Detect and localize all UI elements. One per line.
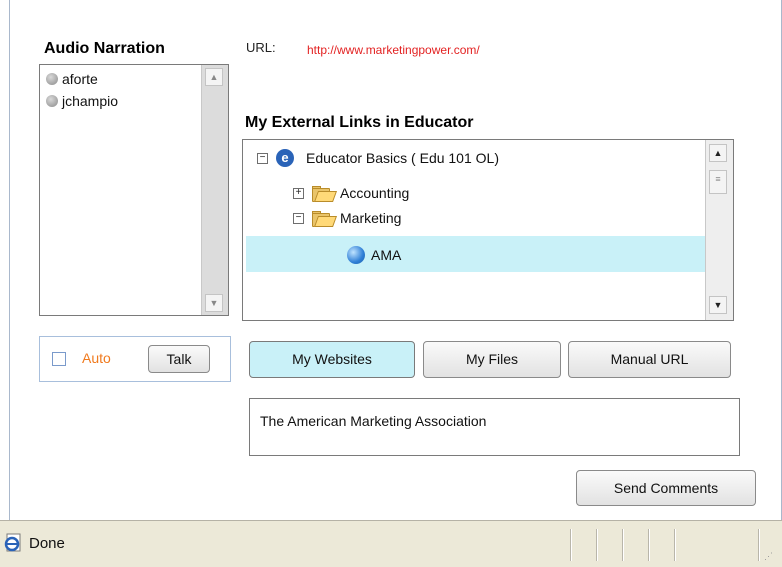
user-name: jchampio (62, 93, 119, 109)
external-links-heading: My External Links in Educator (245, 114, 474, 131)
status-divider (674, 529, 676, 561)
tree-node-marketing[interactable]: − Marketing (293, 210, 402, 227)
tree-node-label: Marketing (340, 210, 402, 226)
tree-node-educator-basics[interactable]: − e Educator Basics ( Edu 101 OL) (257, 149, 499, 167)
status-divider (758, 529, 760, 561)
external-links-tree[interactable]: − e Educator Basics ( Edu 101 OL) + Acco… (242, 139, 734, 321)
user-status-icon (46, 95, 58, 107)
status-divider (622, 529, 624, 561)
scroll-up-arrow-icon[interactable]: ▲ (709, 144, 727, 162)
ie-page-icon (4, 533, 24, 553)
scroll-thumb[interactable]: ≡ (709, 170, 727, 194)
user-name: aforte (62, 71, 98, 87)
status-bar: Done ⋰ (0, 520, 782, 567)
tree-node-accounting[interactable]: + Accounting (293, 185, 410, 202)
status-divider (596, 529, 598, 561)
scroll-up-arrow-icon[interactable]: ▲ (205, 68, 223, 86)
list-item[interactable]: jchampio (46, 93, 118, 109)
audio-narration-heading: Audio Narration (44, 40, 165, 57)
educator-icon: e (276, 149, 294, 167)
url-link[interactable]: http://www.marketingpower.com/ (307, 43, 480, 57)
scroll-down-arrow-icon[interactable]: ▼ (205, 294, 223, 312)
auto-talk-panel: Auto Talk (39, 336, 231, 382)
tree-node-label: AMA (371, 247, 402, 263)
globe-icon (347, 246, 365, 264)
talk-button[interactable]: Talk (148, 345, 210, 373)
tree-node-ama[interactable]: AMA (347, 246, 401, 264)
expand-icon[interactable]: + (293, 187, 304, 199)
collapse-icon[interactable]: − (293, 212, 304, 224)
url-label: URL: (246, 40, 276, 55)
tab-my-files[interactable]: My Files (423, 341, 561, 378)
status-divider (570, 529, 572, 561)
audio-list-scrollbar[interactable]: ▲ ▼ (201, 65, 228, 315)
send-comments-button[interactable]: Send Comments (576, 470, 756, 506)
tab-my-websites[interactable]: My Websites (249, 341, 415, 378)
tree-node-label: Accounting (340, 185, 410, 201)
status-divider (648, 529, 650, 561)
tree-node-label: Educator Basics ( Edu 101 OL) (306, 150, 499, 166)
auto-label: Auto (82, 350, 111, 366)
collapse-icon[interactable]: − (257, 152, 268, 164)
audio-user-list[interactable]: aforte jchampio ▲ ▼ (39, 64, 229, 316)
tree-node-ama-selected[interactable] (246, 236, 706, 272)
user-status-icon (46, 73, 58, 85)
scroll-down-arrow-icon[interactable]: ▼ (709, 296, 727, 314)
resize-grip-icon[interactable]: ⋰ (764, 551, 773, 562)
comment-textarea[interactable]: The American Marketing Association (249, 398, 740, 456)
tree-scrollbar[interactable]: ▲ ≡ ▼ (705, 140, 733, 320)
tab-manual-url[interactable]: Manual URL (568, 341, 731, 378)
auto-checkbox[interactable] (52, 352, 66, 366)
folder-icon (312, 211, 338, 227)
folder-icon (312, 186, 338, 202)
list-item[interactable]: aforte (46, 71, 98, 87)
status-text: Done (29, 535, 65, 552)
